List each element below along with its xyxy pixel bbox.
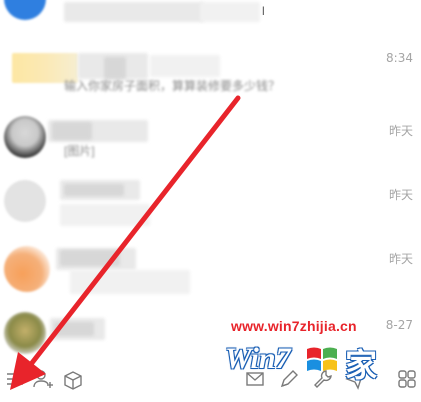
chat-time: 昨天 <box>388 252 413 266</box>
add-contact-icon[interactable] <box>32 368 54 390</box>
grid-icon[interactable] <box>396 368 418 390</box>
chat-row[interactable]: 8:34 输入你家房子面积，算算装修要多少钱？ <box>0 45 421 107</box>
windows-flag-icon <box>307 347 337 371</box>
chat-row[interactable]: l <box>0 0 421 34</box>
avatar <box>4 116 46 158</box>
chat-time: 8:34 <box>386 51 413 65</box>
chat-list: l 8:34 输入你家房子面积，算算装修要多少钱？ 昨天 [图片] 昨天 昨天 <box>0 0 421 362</box>
avatar <box>4 180 46 222</box>
message-preview: l <box>262 4 265 18</box>
avatar <box>4 246 50 292</box>
message-preview: 输入你家房子面积，算算装修要多少钱？ <box>64 79 281 93</box>
avatar <box>4 312 46 354</box>
chat-row[interactable]: 昨天 <box>0 236 421 298</box>
watermark-logo: Win7 家 <box>223 340 395 384</box>
chat-row[interactable]: 昨天 [图片] <box>0 110 421 172</box>
menu-icon[interactable] <box>4 368 26 390</box>
watermark-logo-cn: 家 <box>345 346 378 384</box>
avatar <box>4 0 46 20</box>
message-preview: [图片] <box>64 144 95 158</box>
chat-time: 昨天 <box>388 124 413 138</box>
app-box-icon[interactable] <box>62 368 84 390</box>
chat-time: 昨天 <box>388 188 413 202</box>
chat-time: 8-27 <box>385 318 413 332</box>
watermark-url: www.win7zhijia.cn <box>231 318 357 334</box>
chat-row[interactable]: 昨天 <box>0 174 421 236</box>
watermark-logo-text: Win7 <box>225 342 291 375</box>
